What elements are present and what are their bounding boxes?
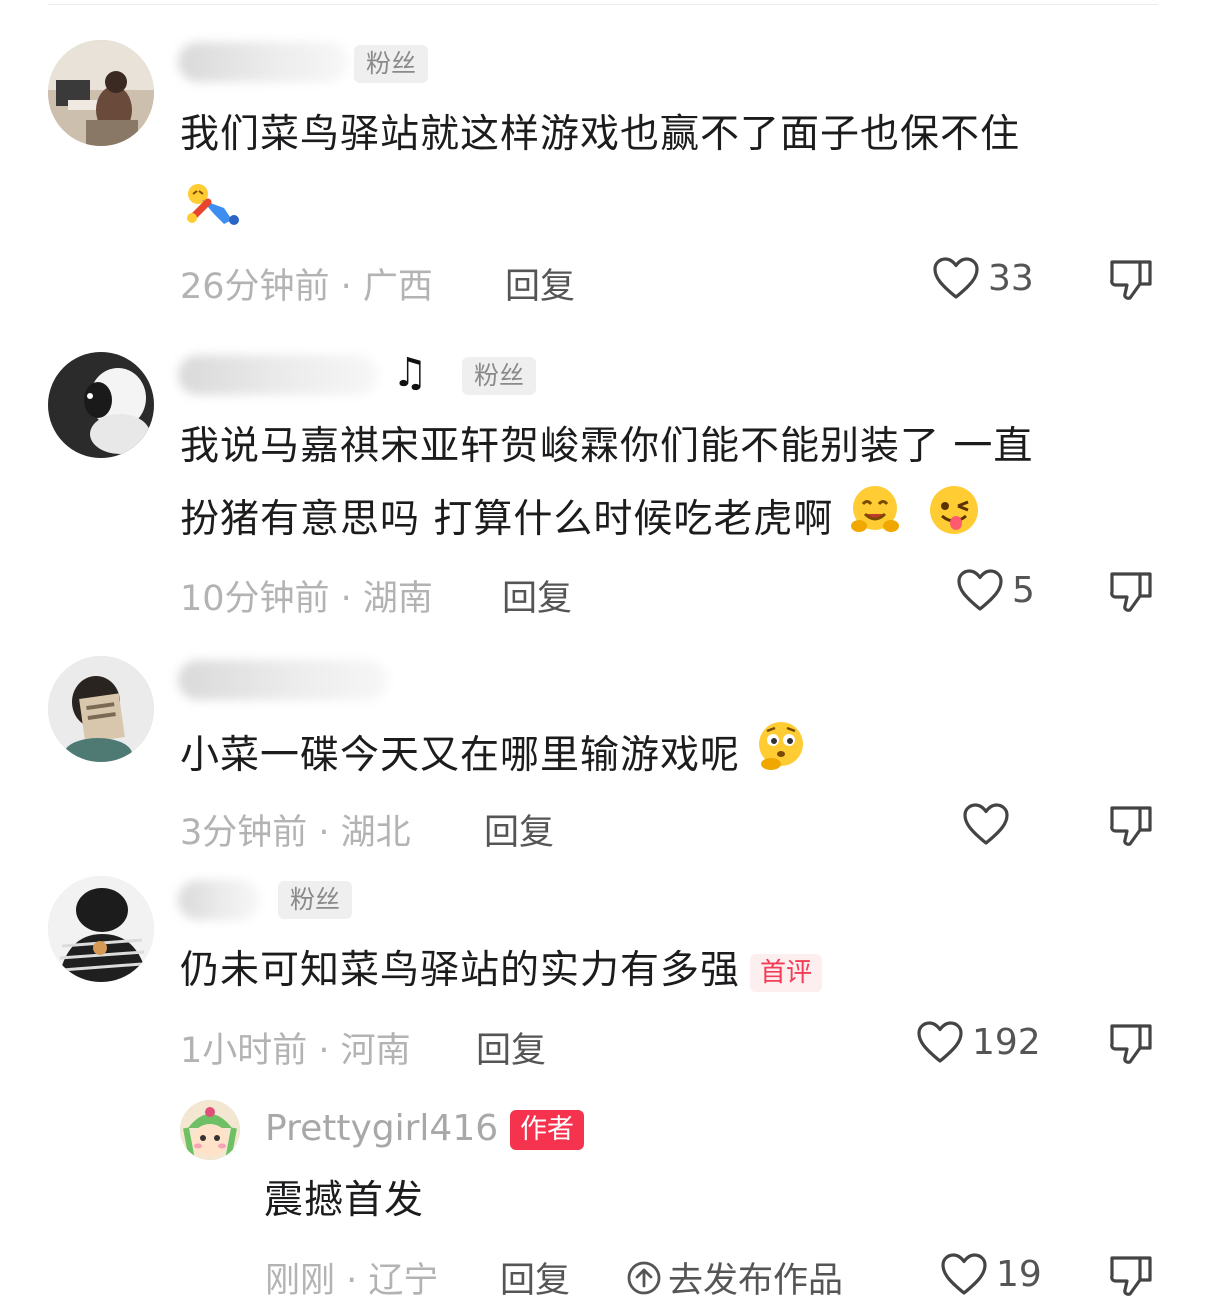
first-comment-badge: 首评 bbox=[750, 953, 823, 992]
dislike-button[interactable] bbox=[1108, 258, 1154, 306]
username-blurred[interactable] bbox=[178, 42, 348, 82]
music-notes-icon: ♫ bbox=[392, 350, 428, 396]
username-blurred[interactable] bbox=[178, 880, 260, 920]
comment-time-location: 1小时前 · 河南 bbox=[180, 1031, 411, 1071]
thinking-emoji bbox=[753, 718, 809, 797]
like-count: 5 bbox=[1012, 569, 1035, 611]
comment-text: 仍未可知菜鸟驿站的实力有多强 首评 bbox=[180, 936, 1140, 1006]
comment-time-location: 26分钟前 · 广西 bbox=[180, 267, 433, 307]
heart-icon bbox=[917, 1021, 963, 1063]
reply-button[interactable]: 回复 bbox=[502, 570, 572, 621]
thumbs-down-icon bbox=[1110, 1256, 1152, 1296]
like-button[interactable] bbox=[962, 802, 1018, 846]
reply-time-location: 刚刚 · 辽宁 bbox=[265, 1261, 439, 1301]
top-divider bbox=[48, 4, 1158, 5]
comment-time-location: 3分钟前 · 湖北 bbox=[180, 813, 411, 853]
upload-circle-icon bbox=[627, 1261, 661, 1294]
comment-text: 我们菜鸟驿站就这样游戏也赢不了面子也保不住 bbox=[180, 112, 1021, 157]
author-name[interactable]: Prettygirl416 bbox=[265, 1108, 498, 1149]
smiling-hug-emoji bbox=[847, 482, 903, 561]
thumbs-down-icon bbox=[1110, 1024, 1152, 1064]
like-button[interactable]: 19 bbox=[940, 1252, 1042, 1296]
thumbs-down-icon bbox=[1110, 572, 1152, 612]
heart-icon bbox=[941, 1253, 987, 1295]
like-count: 192 bbox=[972, 1021, 1041, 1063]
fan-badge: 粉丝 bbox=[354, 45, 429, 83]
like-count: 19 bbox=[996, 1253, 1042, 1295]
avatar[interactable] bbox=[48, 656, 154, 762]
username-blurred[interactable] bbox=[178, 660, 388, 700]
like-button[interactable]: 33 bbox=[932, 256, 1034, 300]
dislike-button[interactable] bbox=[1108, 804, 1154, 852]
like-button[interactable]: 192 bbox=[916, 1020, 1041, 1064]
heart-icon bbox=[957, 569, 1003, 611]
comment-text: 我说马嘉祺宋亚轩贺峻霖你们能不能别装了 一直 扮猪有意思吗 打算什么时候吃老虎啊 bbox=[180, 412, 1160, 561]
author-badge: 作者 bbox=[510, 1110, 584, 1150]
reply-button[interactable]: 回复 bbox=[505, 258, 575, 309]
dislike-button[interactable] bbox=[1108, 1022, 1154, 1070]
reply-button[interactable]: 回复 bbox=[500, 1252, 570, 1303]
thumbs-down-icon bbox=[1110, 806, 1152, 846]
like-count: 33 bbox=[988, 257, 1034, 299]
reply-text: 震撼首发 bbox=[264, 1178, 425, 1223]
winking-tongue-emoji bbox=[926, 482, 982, 561]
dizzy-person-emoji bbox=[184, 182, 240, 230]
avatar[interactable] bbox=[48, 352, 154, 458]
like-button[interactable]: 5 bbox=[956, 568, 1035, 612]
dislike-button[interactable] bbox=[1108, 570, 1154, 618]
heart-icon bbox=[933, 257, 979, 299]
reply-button[interactable]: 回复 bbox=[476, 1022, 546, 1073]
username-blurred[interactable] bbox=[178, 355, 378, 395]
dislike-button[interactable] bbox=[1108, 1254, 1154, 1302]
thumbs-down-icon bbox=[1110, 260, 1152, 300]
fan-badge: 粉丝 bbox=[278, 881, 353, 919]
author-avatar[interactable] bbox=[180, 1100, 240, 1160]
reply-button[interactable]: 回复 bbox=[484, 804, 554, 855]
comment-text: 小菜一碟今天又在哪里输游戏呢 bbox=[180, 718, 1140, 797]
heart-icon bbox=[963, 803, 1009, 845]
fan-badge: 粉丝 bbox=[462, 357, 537, 395]
comment-time-location: 10分钟前 · 湖南 bbox=[180, 579, 433, 619]
avatar[interactable] bbox=[48, 40, 154, 146]
avatar[interactable] bbox=[48, 876, 154, 982]
publish-work-button[interactable]: 去发布作品 bbox=[626, 1252, 843, 1303]
